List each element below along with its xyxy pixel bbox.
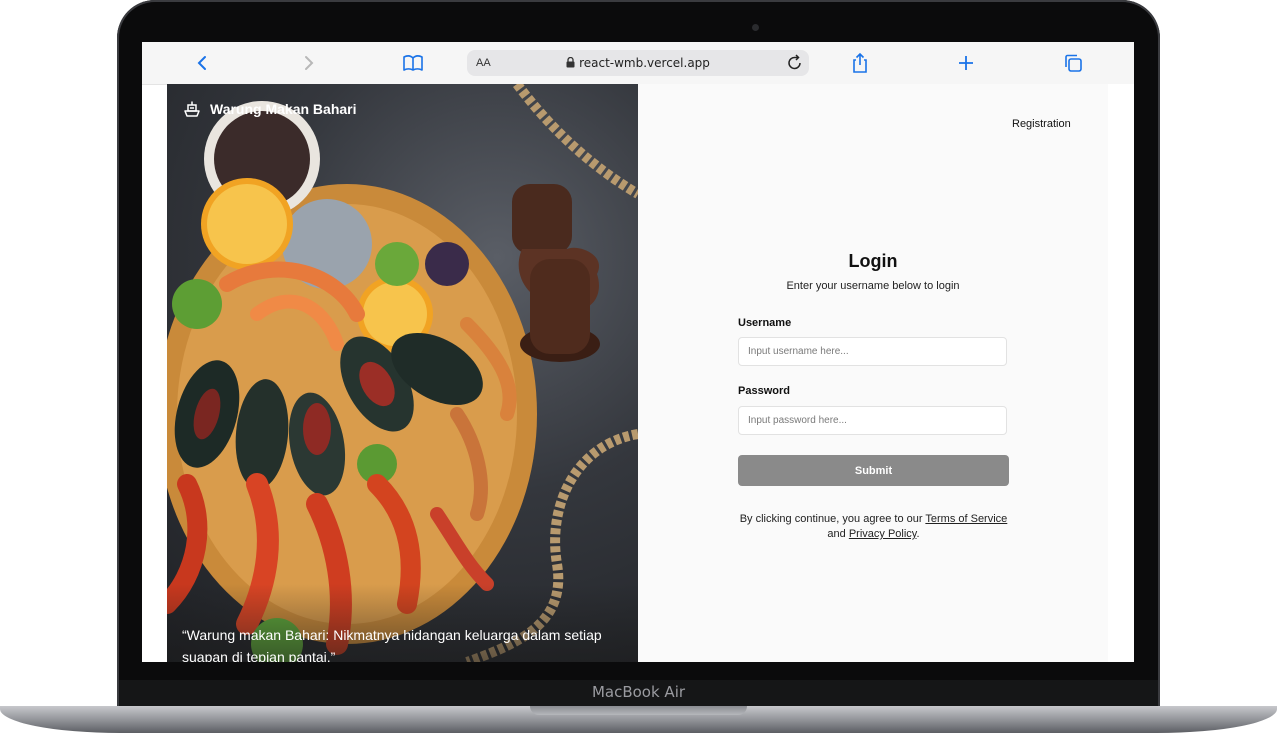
ship-icon — [184, 101, 200, 117]
lock-icon — [566, 56, 575, 68]
url-value: react-wmb.vercel.app — [579, 56, 710, 70]
device-label: MacBook Air — [591, 683, 686, 701]
username-input[interactable] — [738, 337, 1007, 366]
terms-suffix: . — [916, 528, 920, 540]
privacy-policy-link[interactable]: Privacy Policy — [849, 528, 917, 540]
reload-icon[interactable] — [787, 53, 803, 74]
tabs-icon[interactable] — [1060, 50, 1086, 76]
page-right-margin — [1108, 84, 1134, 662]
chevron-right-icon[interactable] — [295, 50, 321, 76]
share-icon[interactable] — [847, 50, 873, 76]
username-label: Username — [738, 317, 792, 329]
login-title: Login — [848, 251, 898, 271]
hero-quote: “Warung makan Bahari: Nikmatnya hidangan… — [182, 627, 602, 662]
address-bar[interactable]: AA react-wmb.vercel.app — [467, 50, 809, 76]
browser-toolbar: AA react-wmb.vercel.app — [142, 42, 1134, 85]
terms-text: By clicking continue, you agree to our T… — [738, 512, 1009, 542]
chevron-left-icon[interactable] — [190, 50, 216, 76]
login-page: Warung Makan Bahari “Warung makan Bahari… — [167, 84, 1108, 662]
seafood-platter-illustration — [167, 84, 638, 662]
submit-button[interactable]: Submit — [738, 455, 1009, 486]
book-icon[interactable] — [400, 50, 426, 76]
browser-window: AA react-wmb.vercel.app Warung Makan Bah… — [142, 42, 1134, 662]
camera-dot — [752, 24, 759, 31]
registration-link[interactable]: Registration — [1012, 118, 1071, 130]
url-text: react-wmb.vercel.app — [467, 56, 809, 70]
password-label: Password — [738, 385, 790, 397]
terms-prefix: By clicking continue, you agree to our — [739, 513, 926, 525]
hero-image: Warung Makan Bahari “Warung makan Bahari… — [167, 84, 638, 662]
brand-name: Warung Makan Bahari — [210, 101, 357, 117]
terms-and: and — [827, 528, 849, 540]
laptop-notch — [530, 706, 747, 715]
password-input[interactable] — [738, 406, 1007, 435]
plus-icon[interactable] — [953, 50, 979, 76]
login-subtitle: Enter your username below to login — [786, 280, 960, 292]
brand[interactable]: Warung Makan Bahari — [183, 100, 357, 118]
terms-of-service-link[interactable]: Terms of Service — [925, 513, 1007, 525]
